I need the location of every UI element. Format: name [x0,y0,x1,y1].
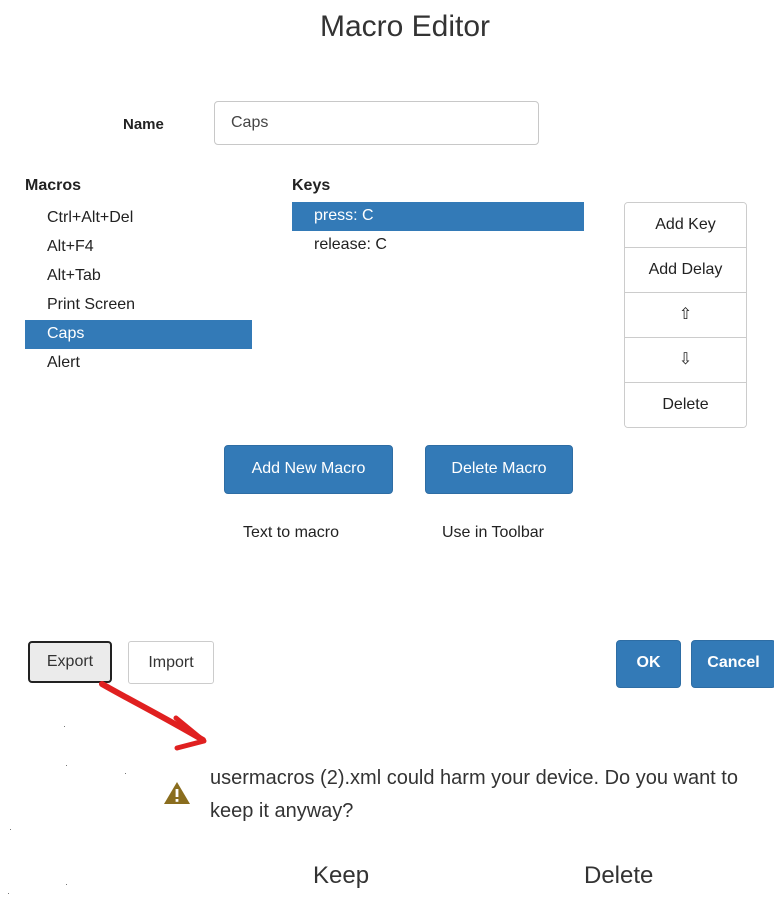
speck [8,893,9,894]
warning-icon [163,781,191,810]
download-warning-message: usermacros (2).xml could harm your devic… [210,767,738,822]
speck [10,829,11,830]
keep-button[interactable]: Keep [313,862,369,890]
delete-download-button[interactable]: Delete [584,862,653,890]
speck [66,765,67,766]
speck [66,884,67,885]
speck [125,773,126,774]
speck [64,726,65,727]
